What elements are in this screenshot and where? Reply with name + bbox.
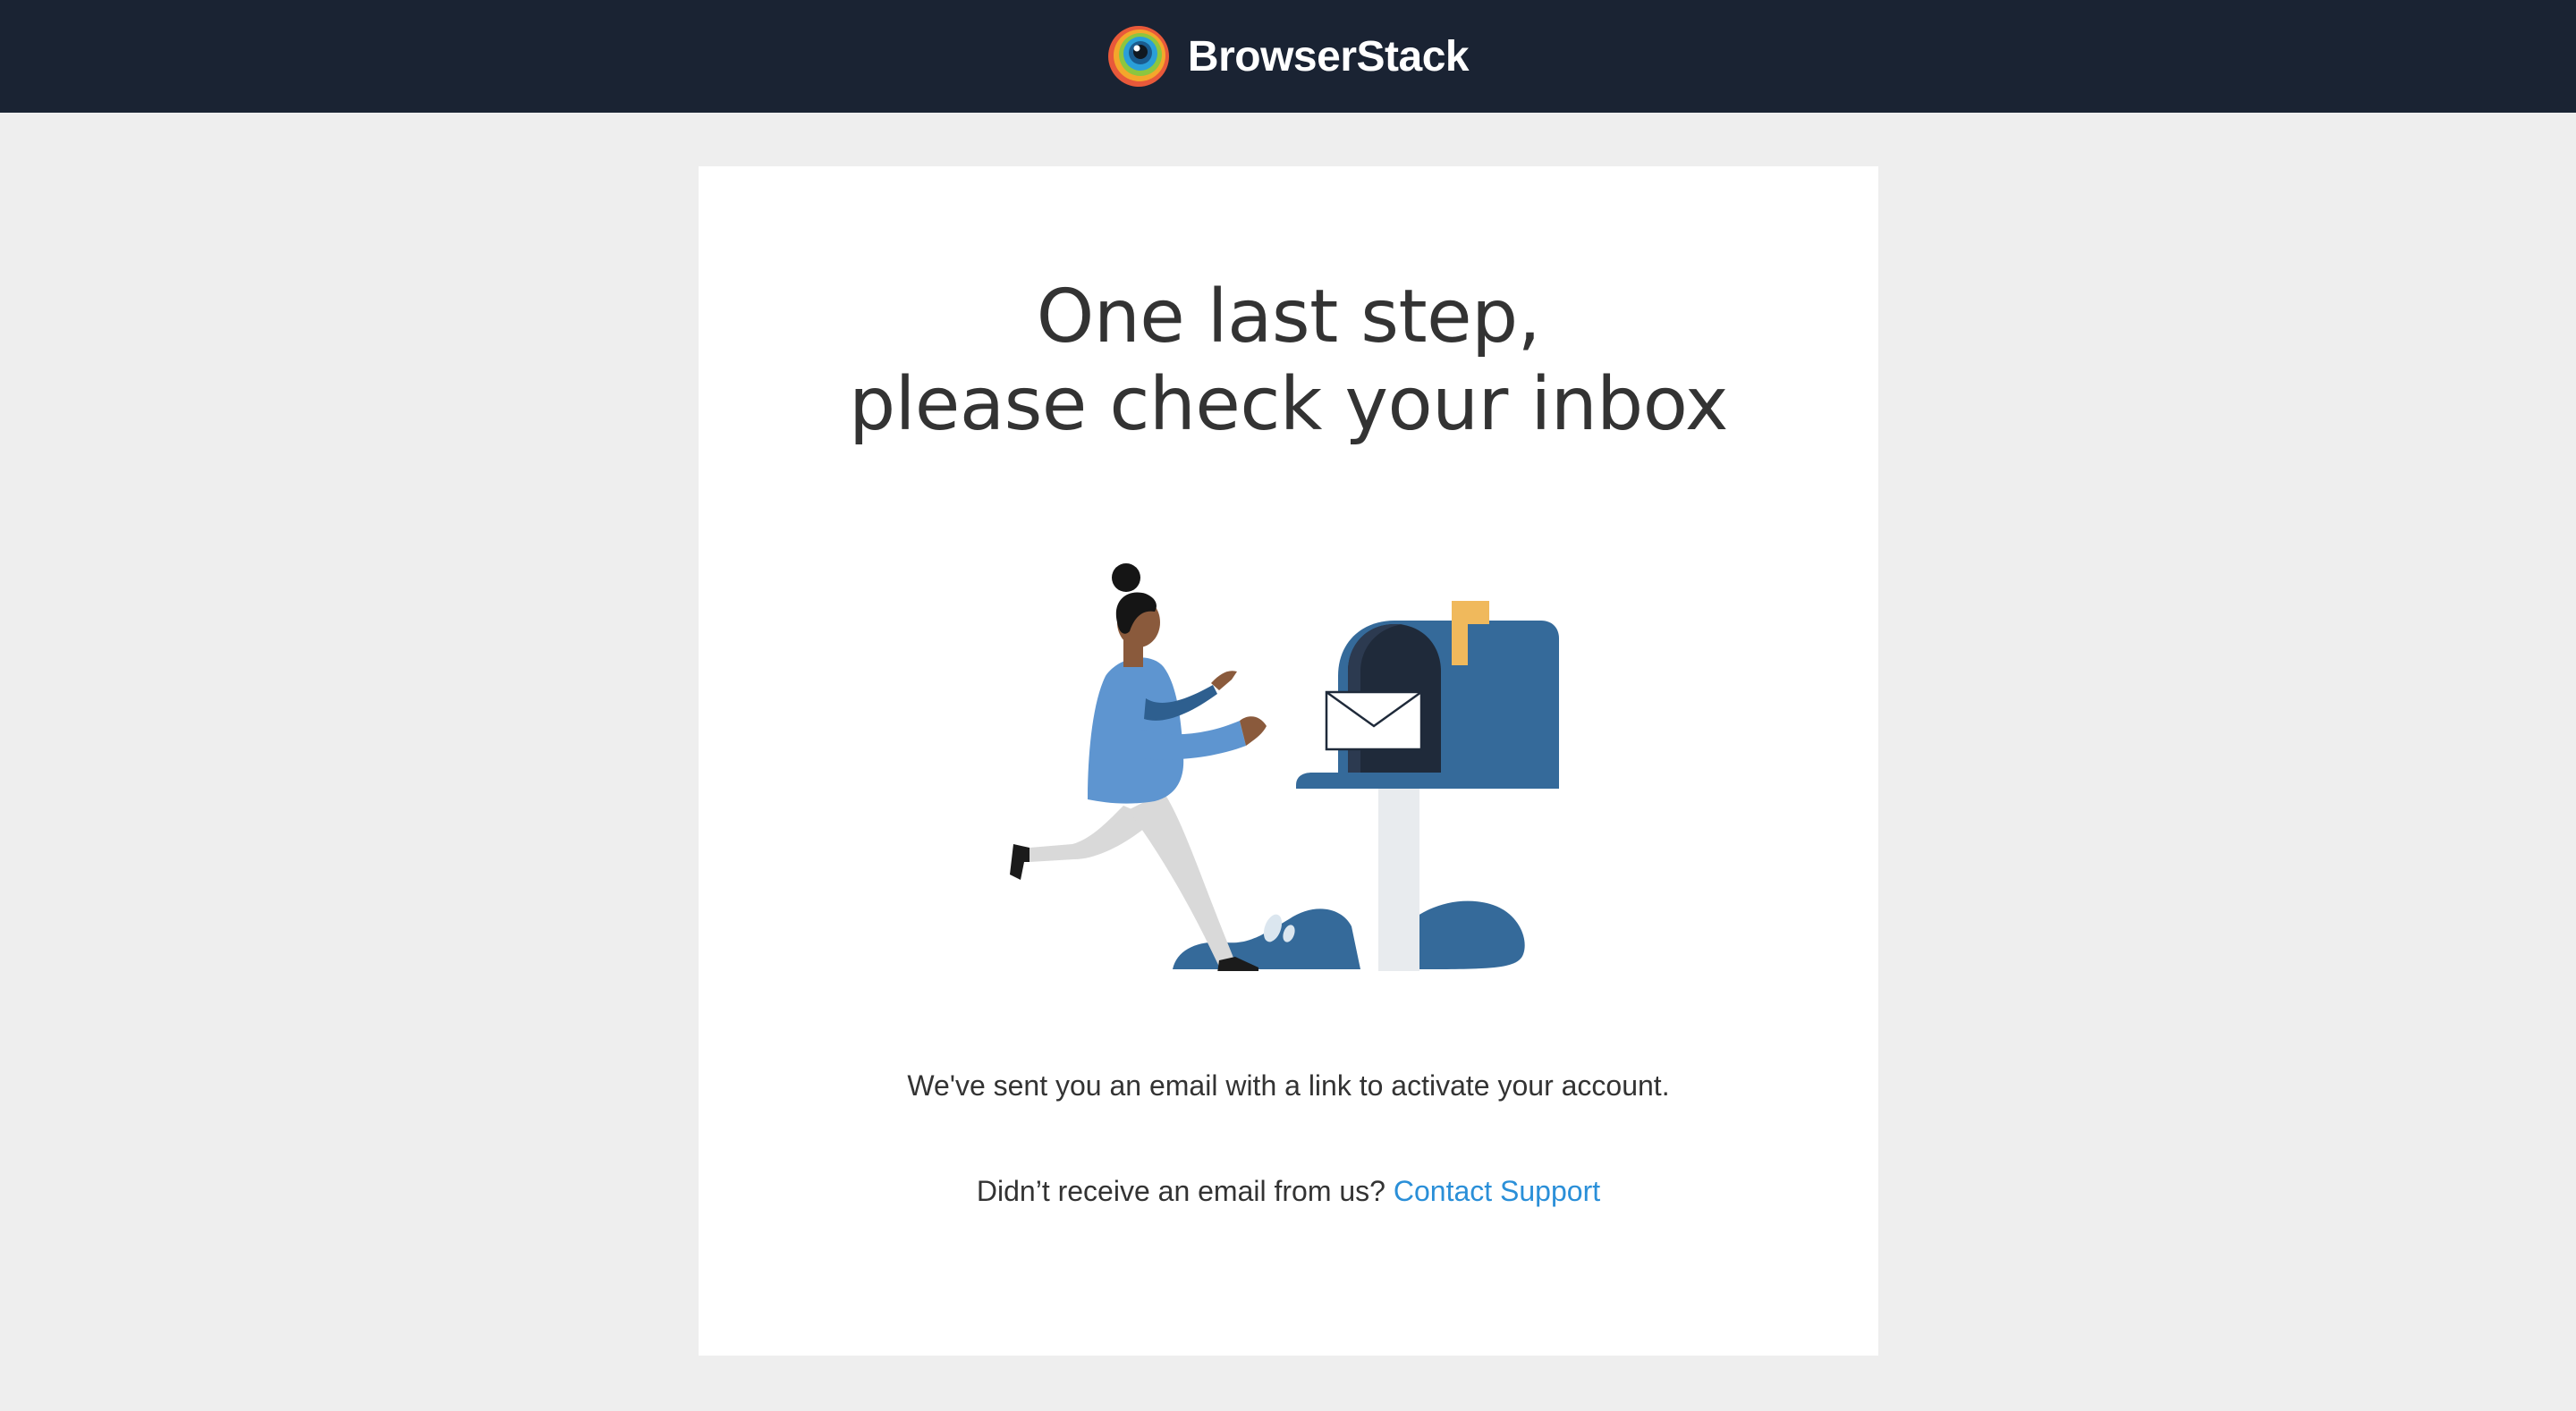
envelope-shape — [1325, 690, 1423, 751]
page-title: One last step, please check your inbox — [699, 274, 1878, 449]
confirmation-card: One last step, please check your inbox W… — [699, 166, 1878, 1356]
mailbox-illustration — [1010, 563, 1559, 971]
brand-name: BrowserStack — [1187, 32, 1470, 80]
browserstack-logo-icon — [1107, 26, 1169, 87]
title-line-1: One last step, — [1036, 275, 1541, 359]
support-prompt-text: Didn’t receive an email from us? — [976, 1175, 1394, 1207]
support-prompt: Didn’t receive an email from us? Contact… — [699, 1175, 1878, 1208]
title-line-2: please check your inbox — [849, 362, 1728, 447]
brand-home-link[interactable]: BrowserStack — [1107, 25, 1470, 88]
person-figure — [1010, 563, 1267, 971]
contact-support-link[interactable]: Contact Support — [1394, 1175, 1600, 1207]
mailbox-post-shape — [1378, 789, 1419, 971]
activation-message: We've sent you an email with a link to a… — [907, 1069, 1670, 1102]
top-navigation-bar: BrowserStack — [0, 0, 2576, 113]
ground-mound-right-shape — [1405, 900, 1525, 969]
